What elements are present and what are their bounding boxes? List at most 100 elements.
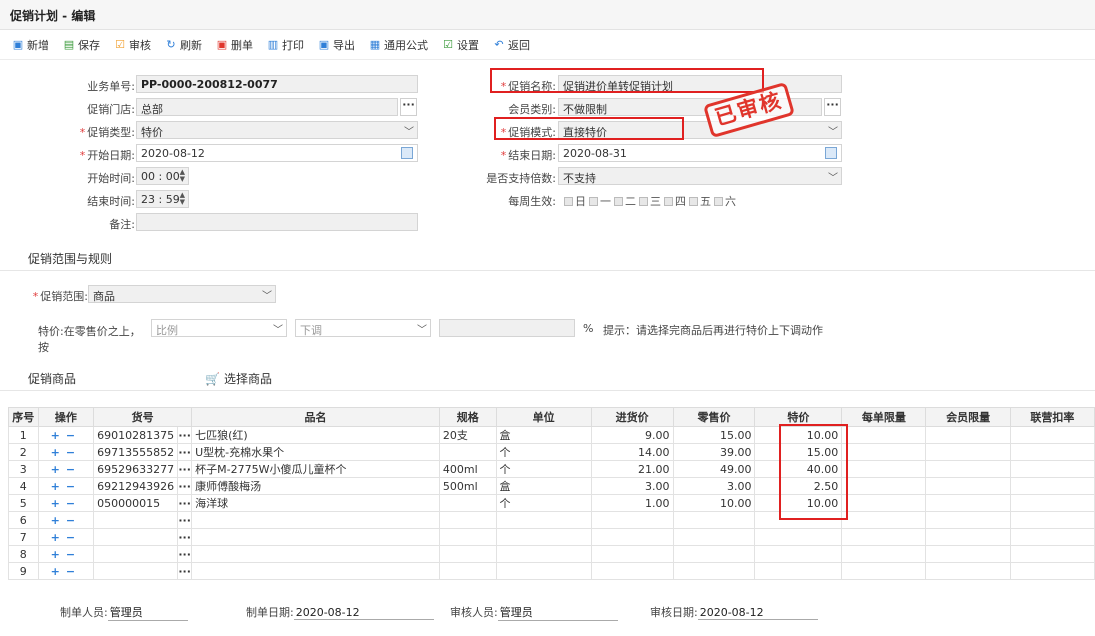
column-header[interactable]: 货号 [93,407,193,427]
item-code-cell[interactable]: 69212943926 [93,477,179,495]
table-row[interactable]: 8 +− ··· [8,545,1095,563]
add-row-icon[interactable]: + [51,497,66,510]
toolbar-button-5[interactable]: ▥ 打印 [267,37,304,53]
item-code-cell[interactable] [93,511,179,529]
toolbar-button-4[interactable]: ▣ 删单 [216,37,253,53]
remove-row-icon[interactable]: − [66,565,81,578]
remove-row-icon[interactable]: − [66,514,81,527]
toolbar-button-9[interactable]: ↶ 返回 [493,37,530,53]
table-row[interactable]: 2 +− 69713555852 ··· U型枕-充棉水果个个 14.00 39.00 15.… [8,443,1095,461]
item-code-cell[interactable] [93,545,179,563]
member-limit-cell[interactable] [925,494,1011,512]
store-field[interactable]: 总部 [136,98,398,116]
joint-discount-cell[interactable] [1009,528,1095,546]
member-limit-cell[interactable] [925,460,1011,478]
per-order-limit-cell[interactable] [841,511,927,529]
toolbar-button-8[interactable]: ☑ 设置 [442,37,479,53]
basis-select[interactable]: 比例 ﹀ [151,319,287,337]
per-order-limit-cell[interactable] [841,460,927,478]
column-header[interactable]: 品名 [191,407,440,427]
adjust-value-input[interactable] [439,319,575,337]
start-time-spinner[interactable]: 00 : 00 ▲ ▼ [136,167,189,185]
per-order-limit-cell[interactable] [841,494,927,512]
item-code-cell[interactable]: 69010281375 [93,426,179,444]
remove-row-icon[interactable]: − [66,531,81,544]
weekday-checkbox[interactable] [589,196,598,206]
item-code-cell[interactable]: 69713555852 [93,443,179,461]
select-products-button[interactable]: 🛒 选择商品 [205,370,272,387]
type-select[interactable]: 特价 ﹀ [136,121,418,139]
table-row[interactable]: 1 +− 69010281375 ··· 七匹狼(红) 20支盒 9.00 15.00 10.0… [8,426,1095,444]
add-row-icon[interactable]: + [51,548,66,561]
weekday-checkbox[interactable] [639,196,648,206]
special-price-cell[interactable] [754,545,843,563]
special-price-cell[interactable] [754,528,843,546]
per-order-limit-cell[interactable] [841,443,927,461]
column-header[interactable]: 会员限量 [925,407,1011,427]
row-actions[interactable]: +− [37,494,95,512]
toolbar-button-7[interactable]: ▦ 通用公式 [369,37,428,53]
per-order-limit-cell[interactable] [841,477,927,495]
store-picker-button[interactable]: ··· [400,98,417,116]
per-order-limit-cell[interactable] [841,426,927,444]
add-row-icon[interactable]: + [51,531,66,544]
member-limit-cell[interactable] [925,511,1011,529]
multiple-select[interactable]: 不支持 ﹀ [558,167,842,185]
item-picker-button[interactable]: ··· [177,562,193,580]
remove-row-icon[interactable]: − [66,463,81,476]
toolbar-button-3[interactable]: ↻ 刷新 [165,37,202,53]
column-header[interactable]: 序号 [8,407,39,427]
add-row-icon[interactable]: + [51,480,66,493]
row-actions[interactable]: +− [37,477,95,495]
add-row-icon[interactable]: + [51,565,66,578]
remark-field[interactable] [136,213,418,231]
end-date-field[interactable]: 2020-08-31 [558,144,842,162]
direction-select[interactable]: 下调 ﹀ [295,319,431,337]
item-picker-button[interactable]: ··· [177,528,193,546]
column-header[interactable]: 零售价 [672,407,756,427]
joint-discount-cell[interactable] [1009,545,1095,563]
joint-discount-cell[interactable] [1009,562,1095,580]
item-picker-button[interactable]: ··· [177,511,193,529]
remove-row-icon[interactable]: − [66,497,81,510]
per-order-limit-cell[interactable] [841,528,927,546]
member-limit-cell[interactable] [925,477,1011,495]
item-code-cell[interactable]: 69529633277 [93,460,179,478]
toolbar-button-2[interactable]: ☑ 审核 [114,37,151,53]
add-row-icon[interactable]: + [51,463,66,476]
joint-discount-cell[interactable] [1009,426,1095,444]
toolbar-button-1[interactable]: ▤ 保存 [63,37,100,53]
spinner-arrows-icon[interactable]: ▲ ▼ [180,169,185,183]
member-limit-cell[interactable] [925,528,1011,546]
item-code-cell[interactable] [93,528,179,546]
item-code-cell[interactable]: 050000015 [93,494,179,512]
row-actions[interactable]: +− [37,460,95,478]
item-picker-button[interactable]: ··· [177,426,193,444]
remove-row-icon[interactable]: − [66,446,81,459]
table-row[interactable]: 4 +− 69212943926 ··· 康师傅酸梅汤 500ml 盒 3.00 3.00 2.5… [8,477,1095,495]
add-row-icon[interactable]: + [51,514,66,527]
member-picker-button[interactable]: ··· [824,98,841,116]
item-picker-button[interactable]: ··· [177,545,193,563]
remove-row-icon[interactable]: − [66,548,81,561]
table-row[interactable]: 3 +− 69529633277 ··· 杯子M-2775W小傻瓜儿童杯个 400ml 个 2… [8,460,1095,478]
row-actions[interactable]: +− [37,511,95,529]
table-row[interactable]: 5 +− 050000015 ··· 海洋球个 1.00 10.00 10.00 [8,494,1095,512]
item-picker-button[interactable]: ··· [177,443,193,461]
add-row-icon[interactable]: + [51,429,66,442]
end-time-spinner[interactable]: 23 : 59 ▲ ▼ [136,190,189,208]
column-header[interactable]: 每单限量 [841,407,927,427]
column-header[interactable]: 规格 [438,407,497,427]
toolbar-button-6[interactable]: ▣ 导出 [318,37,355,53]
member-limit-cell[interactable] [925,545,1011,563]
weekday-checkbox[interactable] [689,196,698,206]
row-actions[interactable]: +− [37,426,95,444]
add-row-icon[interactable]: + [51,446,66,459]
remove-row-icon[interactable]: − [66,429,81,442]
item-picker-button[interactable]: ··· [177,477,193,495]
column-header[interactable]: 进货价 [590,407,674,427]
member-limit-cell[interactable] [925,443,1011,461]
row-actions[interactable]: +− [37,443,95,461]
scope-select[interactable]: 商品 ﹀ [88,285,276,303]
table-row[interactable]: 9 +− ··· [8,562,1095,580]
